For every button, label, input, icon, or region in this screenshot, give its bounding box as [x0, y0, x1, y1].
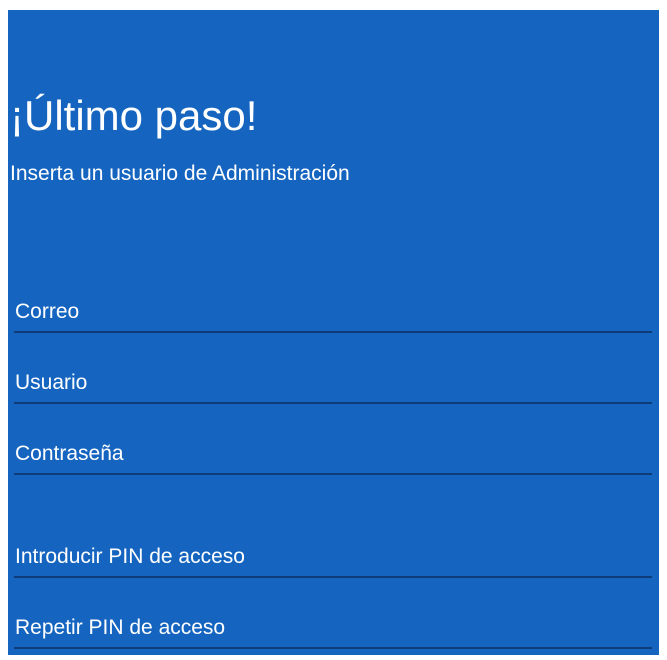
email-field-container: [14, 293, 652, 333]
pin-field[interactable]: [14, 538, 652, 578]
username-field-container: [14, 364, 652, 404]
setup-screen: ¡Último paso! Inserta un usuario de Admi…: [8, 10, 659, 655]
repeat-pin-field-container: [14, 609, 652, 649]
password-field-container: [14, 435, 652, 475]
pin-field-container: [14, 538, 652, 578]
username-field[interactable]: [14, 364, 652, 404]
password-field[interactable]: [14, 435, 652, 475]
page-title: ¡Último paso!: [10, 92, 258, 139]
page-subtitle: Inserta un usuario de Administración: [10, 162, 350, 185]
email-field[interactable]: [14, 293, 652, 333]
repeat-pin-field[interactable]: [14, 609, 652, 649]
